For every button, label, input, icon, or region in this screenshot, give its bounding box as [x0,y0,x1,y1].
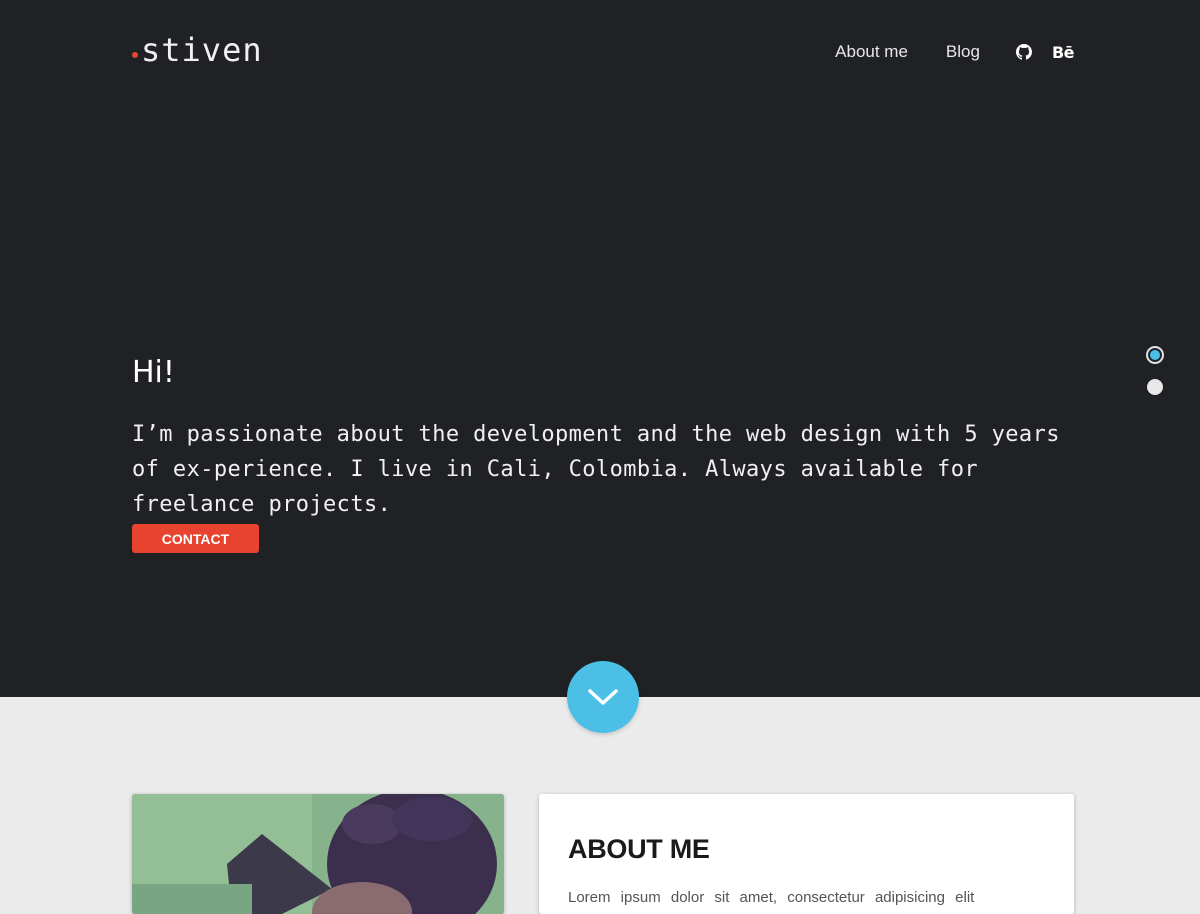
about-title: ABOUT ME [568,834,710,864]
profile-photo-image [132,794,504,914]
scroll-down-button[interactable] [567,661,639,733]
slider-pagination [1146,346,1170,406]
profile-photo [132,794,504,914]
slider-dot-active[interactable] [1146,346,1164,364]
hero-title: Hi! [132,355,175,390]
github-icon[interactable] [1015,44,1032,60]
contact-button[interactable]: CONTACT [132,524,259,553]
main-nav: About me Blog Bē [835,42,1074,62]
behance-icon[interactable]: Bē [1052,43,1075,62]
about-card: ABOUT ME Lorem ipsum dolor sit amet, con… [539,794,1074,914]
logo-dot [132,52,138,58]
about-text: Lorem ipsum dolor sit amet, consectetur … [568,889,975,906]
site-logo[interactable]: stiven [132,28,263,72]
slider-dot[interactable] [1147,379,1163,395]
nav-link-blog[interactable]: Blog [946,42,980,62]
chevron-down-icon [588,689,618,705]
nav-link-about[interactable]: About me [835,42,908,62]
logo-text: stiven [141,31,263,69]
hero-section: stiven About me Blog Bē Hi! I’m passiona… [0,0,1200,697]
hero-intro-text: I’m passionate about the development and… [132,422,1060,517]
